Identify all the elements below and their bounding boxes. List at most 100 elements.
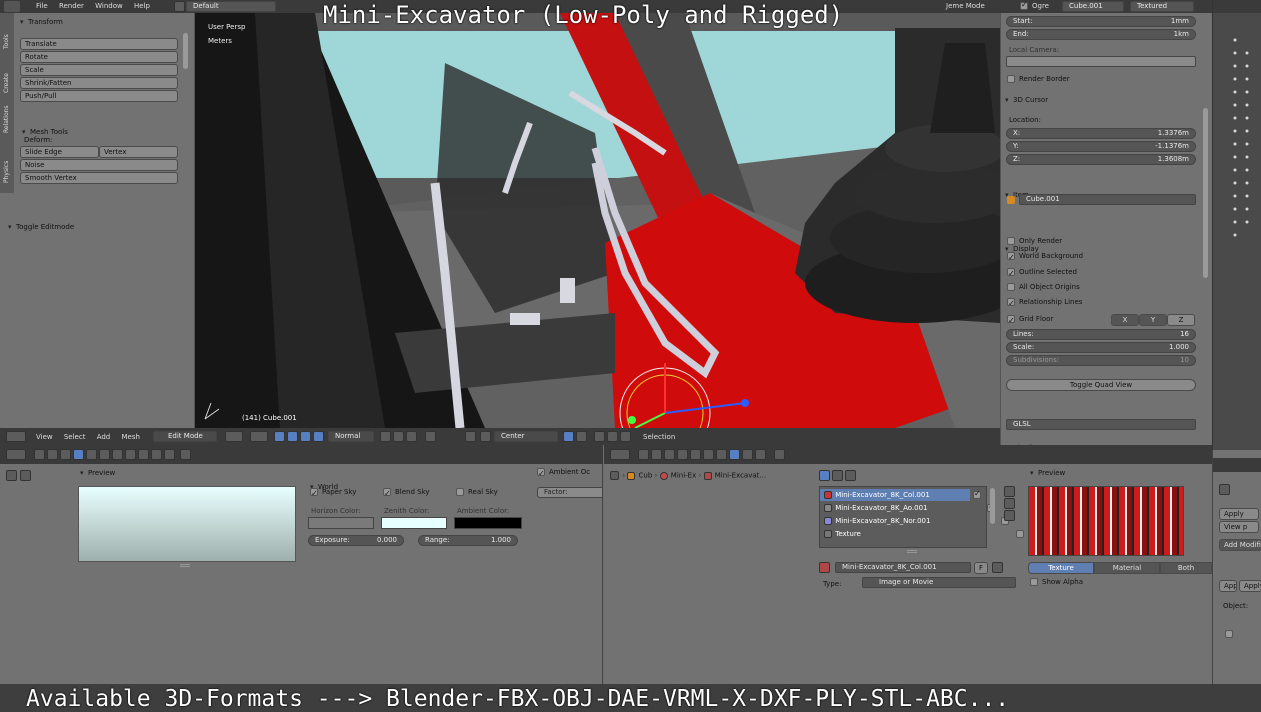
fake-user-button[interactable]: F xyxy=(974,562,988,574)
noise-button[interactable]: Noise xyxy=(20,159,178,171)
mode-select[interactable]: Edit Mode xyxy=(153,431,217,442)
occlude-icon[interactable] xyxy=(425,431,436,442)
smooth-vertex-button[interactable]: Smooth Vertex xyxy=(20,172,178,184)
pivot-icon[interactable] xyxy=(250,431,268,442)
slide-edge-button[interactable]: Slide Edge xyxy=(20,146,99,158)
transform-panel-title[interactable]: Transform xyxy=(18,15,178,29)
texture-slot-2[interactable]: Mini-Excavator_8K_Nor.001 xyxy=(820,515,970,527)
ao-factor-field[interactable]: Factor: xyxy=(537,487,603,498)
viewport-shading-select[interactable]: Textured xyxy=(1130,1,1194,12)
3d-viewport[interactable]: User Persp Meters (141) Cube.001 xyxy=(195,13,1000,428)
relationship-lines-row[interactable]: Relationship Lines xyxy=(1007,295,1082,311)
ambient-color-swatch[interactable] xyxy=(454,517,522,529)
texture-slot-3[interactable]: Texture xyxy=(820,528,970,540)
material-context-icon[interactable] xyxy=(125,449,136,460)
tab-create[interactable]: Create xyxy=(3,73,10,93)
snap-target-icon[interactable] xyxy=(563,431,574,442)
all-object-origins-row[interactable]: All Object Origins xyxy=(1007,280,1080,295)
texture-slot-1[interactable]: Mini-Excavator_8K_Ao.001 xyxy=(820,502,970,514)
grid-subdivisions-field[interactable]: Subdivisions: 10 xyxy=(1006,355,1196,366)
render-context-icon[interactable] xyxy=(34,449,45,460)
render-anim-icon[interactable] xyxy=(607,431,618,442)
real-sky-checkbox[interactable] xyxy=(456,488,464,496)
relationship-lines-checkbox[interactable] xyxy=(1007,296,1015,311)
paper-sky-checkbox[interactable] xyxy=(310,486,318,501)
translate-button[interactable]: Translate xyxy=(20,38,178,50)
edge-select-icon[interactable] xyxy=(393,431,404,442)
world-texture-tab-icon[interactable] xyxy=(819,470,830,481)
data-context-icon[interactable] xyxy=(112,449,123,460)
modifier-apply-button[interactable]: Apply xyxy=(1219,580,1237,592)
axis-x-toggle[interactable]: X xyxy=(1111,314,1139,326)
grid-lines-field[interactable]: Lines: 16 xyxy=(1006,329,1196,340)
add-modifier-button[interactable]: Add Modifier xyxy=(1219,539,1261,551)
slot-menu-icon[interactable] xyxy=(1004,510,1015,521)
menu-file[interactable]: File xyxy=(36,2,48,10)
translate-manipulator-icon[interactable] xyxy=(287,431,298,442)
editor-type-icon[interactable] xyxy=(6,431,26,442)
preview-resize-handle[interactable] xyxy=(180,564,190,567)
texture-constraints-context-icon[interactable] xyxy=(774,449,785,460)
texture-unlink-icon[interactable] xyxy=(992,562,1003,573)
show-alpha-checkbox[interactable] xyxy=(1030,578,1038,586)
breadcrumb-texture[interactable]: Mini-Excavat... xyxy=(715,472,766,480)
snap-icon[interactable] xyxy=(480,431,491,442)
texture-tab-texture[interactable]: Texture xyxy=(1028,562,1094,574)
vertex-select-icon[interactable] xyxy=(380,431,391,442)
slot-3-checkbox[interactable] xyxy=(1015,530,1024,538)
rotate-button[interactable]: Rotate xyxy=(20,51,178,63)
screen-layout-icon[interactable] xyxy=(174,1,185,12)
menu-window[interactable]: Window xyxy=(95,2,123,10)
only-render-row[interactable]: Only Render xyxy=(1007,234,1062,249)
clip-end-field[interactable]: End: 1km xyxy=(1006,29,1196,40)
snap-align-icon[interactable] xyxy=(576,431,587,442)
texture-material-context-icon[interactable] xyxy=(716,449,727,460)
slot-move-down-icon[interactable] xyxy=(1004,498,1015,509)
menu-add[interactable]: Add xyxy=(97,433,111,441)
texture-render-context-icon[interactable] xyxy=(638,449,649,460)
push-pull-button[interactable]: Push/Pull xyxy=(20,90,178,102)
view-p-button[interactable]: View p xyxy=(1219,521,1259,533)
cursor-z-field[interactable]: Z: 1.3608m xyxy=(1006,154,1196,165)
brush-texture-tab-icon[interactable] xyxy=(832,470,843,481)
layout-selector[interactable]: Default xyxy=(186,1,276,12)
manipulator-icon[interactable] xyxy=(274,431,285,442)
texture-particles-context-icon[interactable] xyxy=(742,449,753,460)
texture-tab-both[interactable]: Both xyxy=(1160,562,1212,574)
slots-scrollbar[interactable] xyxy=(990,488,995,524)
breadcrumb-object[interactable]: Cub xyxy=(639,472,653,480)
texture-modifier-context-icon[interactable] xyxy=(690,449,701,460)
render-icon[interactable] xyxy=(594,431,605,442)
item-name-field[interactable]: Cube.001 xyxy=(1019,194,1196,205)
zenith-color-swatch[interactable] xyxy=(381,517,447,529)
local-camera-field[interactable] xyxy=(1006,56,1196,67)
texture-data-context-icon[interactable] xyxy=(703,449,714,460)
menu-help[interactable]: Help xyxy=(134,2,150,10)
tool-shelf-scrollbar[interactable] xyxy=(183,33,188,69)
editor-type-icon-texture[interactable] xyxy=(610,449,630,460)
shrink-fatten-button[interactable]: Shrink/Fatten xyxy=(20,77,178,89)
physics-context-icon[interactable] xyxy=(164,449,175,460)
breadcrumb-material[interactable]: Mini-Ex xyxy=(671,472,696,480)
3d-cursor-title[interactable]: 3D Cursor xyxy=(1003,93,1214,107)
real-sky-row[interactable]: Real Sky xyxy=(456,485,498,500)
shading-mode-icon[interactable] xyxy=(225,431,243,442)
ambient-occlusion-title[interactable]: Ambient Oc xyxy=(537,465,590,481)
apply-button[interactable]: Apply xyxy=(1219,508,1259,520)
toggle-quad-view-button[interactable]: Toggle Quad View xyxy=(1006,379,1196,391)
scale-manipulator-icon[interactable] xyxy=(313,431,324,442)
texture-physics-context-icon[interactable] xyxy=(755,449,766,460)
material-texture-tab-icon[interactable] xyxy=(845,470,856,481)
texture-tab-material[interactable]: Material xyxy=(1094,562,1160,574)
orientation-select[interactable]: Normal xyxy=(328,431,374,442)
grid-floor-row[interactable]: Grid Floor xyxy=(1007,312,1053,328)
show-alpha-row[interactable]: Show Alpha xyxy=(1030,575,1083,590)
texture-texture-context-icon[interactable] xyxy=(729,449,740,460)
blend-sky-checkbox[interactable] xyxy=(383,486,391,501)
world-background-checkbox[interactable] xyxy=(1007,250,1015,265)
cursor-y-field[interactable]: Y: -1.1376m xyxy=(1006,141,1196,152)
toggle-editmode-title[interactable]: Toggle Editmode xyxy=(6,220,166,234)
rotate-manipulator-icon[interactable] xyxy=(300,431,311,442)
texture-slot-0[interactable]: Mini-Excavator_8K_Col.001 xyxy=(820,489,970,501)
modifier-option-checkbox[interactable] xyxy=(1225,630,1233,638)
